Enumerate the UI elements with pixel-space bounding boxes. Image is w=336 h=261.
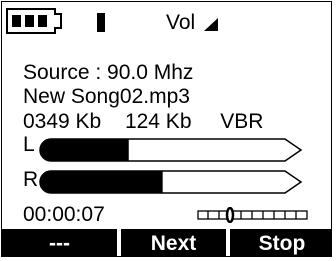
stop-button[interactable]: Stop [230,229,331,256]
track-info: 0349 Kb 124 Kb VBR [23,110,263,134]
elapsed-time: 00:00:07 [23,203,105,226]
left-channel-meter [39,138,303,162]
encoding-mode: VBR [220,110,264,133]
next-button[interactable]: Next [121,229,226,256]
battery-icon [6,8,62,34]
right-channel-meter [39,170,303,194]
seek-thumb[interactable] [225,207,235,223]
seek-slider[interactable] [197,207,309,223]
file-size: 0349 Kb [23,110,102,133]
bitrate: 124 Kb [124,110,192,133]
source-text: Source : 90.0 Mhz [23,61,194,84]
left-channel-label: L [23,133,35,156]
right-channel-label: R [23,168,39,191]
signal-bar-icon [97,13,105,32]
player-screen: Vol Source : 90.0 Mhz New Song02.mp3 034… [1,1,332,257]
softkey-bar: --- Next Stop [2,229,331,256]
track-title: New Song02.mp3 [23,85,190,108]
volume-ramp-icon [204,18,218,31]
softkey-left-button[interactable]: --- [2,229,117,256]
status-bar: Vol [2,2,331,42]
volume-label: Vol [166,11,196,34]
